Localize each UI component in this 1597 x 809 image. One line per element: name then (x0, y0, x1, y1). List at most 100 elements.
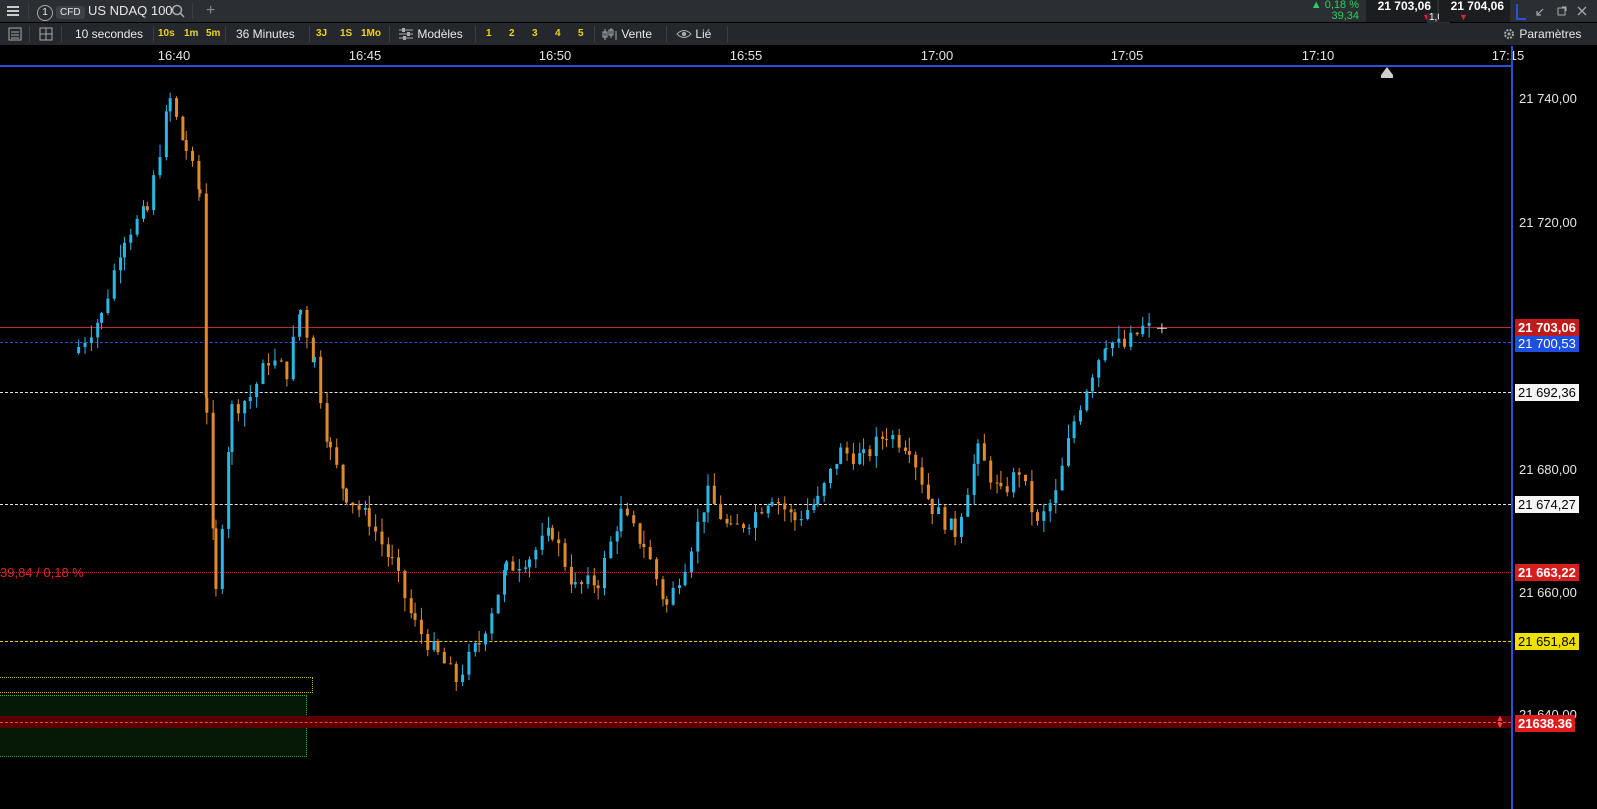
candle-body (158, 157, 162, 176)
minimize-button[interactable] (1536, 0, 1546, 22)
ask-down-arrow-icon: ▼ (1459, 12, 1468, 22)
candle-body (129, 234, 133, 243)
candle-body (1072, 421, 1076, 439)
candle-body (949, 518, 953, 530)
candle-body (168, 98, 172, 112)
tab-number-badge[interactable]: 1 (37, 0, 53, 22)
white-level-tag-2: 21 674,27 (1515, 496, 1579, 513)
range-3j-button[interactable]: 3J (316, 23, 327, 45)
candle-body (184, 140, 188, 151)
candle-body (596, 585, 600, 589)
candle-body (106, 298, 110, 314)
candle-body (868, 449, 872, 457)
close-button[interactable] (1577, 0, 1587, 22)
time-tick: 16:45 (348, 48, 382, 63)
candle-body (858, 453, 862, 465)
blue-level-tag: 21 700,53 (1515, 335, 1579, 352)
candle-body (592, 575, 596, 586)
chart-type-icon (602, 28, 617, 40)
candle-body (413, 613, 417, 620)
candle-body (1012, 472, 1016, 493)
candle-body (1005, 486, 1009, 493)
candle-body (966, 494, 970, 517)
candle-body (467, 651, 471, 675)
candle-body (175, 98, 179, 117)
candle-body (615, 531, 619, 542)
menu-button[interactable] (6, 0, 24, 22)
layout-5-button[interactable]: 5 (578, 23, 584, 45)
candle-body (1078, 410, 1082, 422)
list-view-button[interactable] (8, 23, 22, 45)
divider (28, 3, 29, 19)
candle-body (989, 460, 993, 483)
templates-button[interactable]: Modèles (398, 23, 463, 45)
divider (727, 26, 728, 42)
candle-body (812, 504, 816, 511)
divider (475, 26, 476, 42)
candle-body (1147, 322, 1151, 326)
divider (594, 26, 595, 42)
interval-10s-button[interactable]: 10s (158, 23, 175, 45)
side-button[interactable]: Vente (602, 23, 652, 45)
add-tab-button[interactable]: + (206, 0, 215, 22)
layout-2-button[interactable]: 2 (509, 23, 515, 45)
order-drag-handle-icon[interactable]: ▲ ▼ (1494, 714, 1506, 730)
candle-body (632, 515, 636, 524)
templates-icon (399, 28, 413, 40)
search-button[interactable] (171, 0, 185, 22)
link-button[interactable]: Lié (676, 23, 711, 45)
candle-body (550, 527, 554, 540)
candle-body (236, 404, 240, 414)
interval-5m-button[interactable]: 5m (206, 23, 220, 45)
candle-body (335, 447, 339, 465)
candle-body (835, 463, 839, 469)
candle-body (706, 485, 710, 513)
order-level-tag[interactable]: 21638.36 (1515, 715, 1576, 732)
instrument-name[interactable]: US NDAQ 100 (88, 0, 173, 22)
range-1s-button[interactable]: 1S (340, 23, 352, 45)
candle-body (473, 643, 477, 652)
candle-body (461, 674, 465, 683)
layout-1-button[interactable]: 1 (486, 23, 492, 45)
candle-body (648, 547, 652, 560)
time-tick: 16:40 (157, 48, 191, 63)
candle-body (1122, 338, 1126, 347)
candle-body (547, 527, 551, 536)
divider (309, 26, 310, 42)
interval-dropdown[interactable]: 10 secondes (75, 23, 143, 45)
candle-body (884, 438, 888, 440)
candle-body (619, 508, 623, 532)
candle-body (211, 412, 215, 529)
candle-body (1060, 465, 1064, 491)
layout-3-button[interactable]: 3 (532, 23, 538, 45)
grid-icon (39, 27, 53, 41)
candle-body (1110, 342, 1114, 349)
candle-body (904, 447, 908, 452)
interval-1m-button[interactable]: 1m (184, 23, 198, 45)
candle-body (573, 582, 577, 585)
candle-body (341, 464, 345, 489)
red-level-tag: 21 663,22 (1515, 564, 1579, 581)
candle-body (760, 512, 764, 514)
divider (192, 3, 193, 19)
candle-body (999, 482, 1003, 487)
range-dropdown[interactable]: 36 Minutes (236, 23, 295, 45)
candle-body (816, 495, 820, 505)
candle-body (712, 485, 716, 504)
candlestick-chart[interactable] (0, 67, 1511, 807)
layout-4-button[interactable]: 4 (555, 23, 561, 45)
candle-body (380, 531, 384, 545)
range-1mo-button[interactable]: 1Mo (361, 23, 381, 45)
candle-body (243, 401, 247, 414)
candle-body (279, 360, 283, 362)
candle-body (319, 356, 323, 404)
candle-body (534, 549, 538, 560)
candle-body (926, 484, 930, 499)
settings-button[interactable]: Paramètres (1502, 23, 1581, 45)
candle-body (1035, 512, 1039, 521)
grid-view-button[interactable] (39, 23, 53, 45)
candle-body (897, 434, 901, 448)
popout-button[interactable] (1557, 0, 1567, 22)
price-tick: 21 660,00 (1519, 585, 1577, 600)
ask-box[interactable]: 21 704,06 ▼ (1439, 0, 1510, 22)
